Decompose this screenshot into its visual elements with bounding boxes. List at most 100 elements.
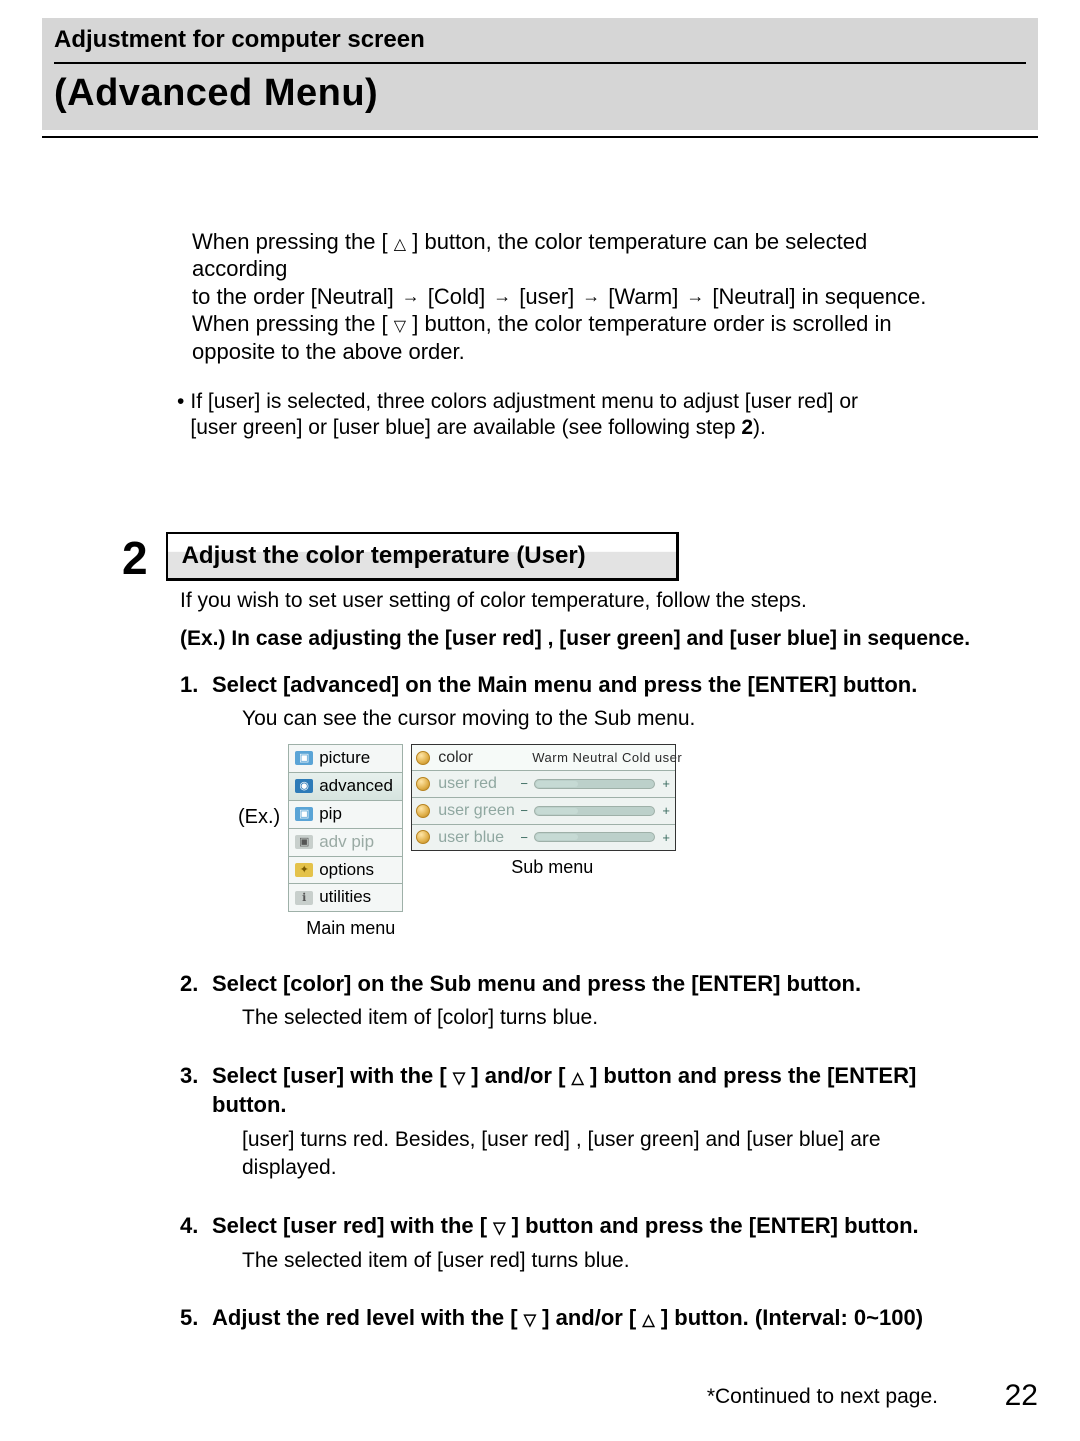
sub-menu-label: user blue bbox=[438, 827, 516, 849]
intro-paragraph: When pressing the [ ] button, the color … bbox=[192, 228, 912, 366]
plus-icon: + bbox=[661, 802, 671, 820]
page-title: (Advanced Menu) bbox=[54, 68, 1026, 119]
main-menu-item-utilities: ℹ utilities bbox=[289, 884, 402, 911]
text: turns red. Besides, bbox=[300, 1128, 481, 1151]
header-rule-2 bbox=[42, 136, 1038, 138]
color-icon bbox=[416, 751, 430, 765]
text: [user green] or [user blue] are availabl… bbox=[190, 416, 741, 439]
text: on the Main menu and press the [ENTER] b… bbox=[405, 672, 917, 697]
text: , bbox=[548, 627, 560, 650]
slider bbox=[534, 806, 655, 816]
text: Select bbox=[212, 672, 283, 697]
main-menu: ▣ picture ◉ advanced ▣ pip bbox=[288, 744, 403, 913]
triangle-up-icon bbox=[394, 237, 406, 253]
sub-menu-label: user red bbox=[438, 773, 516, 795]
text: [user red] bbox=[481, 1128, 570, 1151]
sub-menu-row-user-blue: user blue − + bbox=[412, 825, 675, 851]
sub-menu-row-user-red: user red − + bbox=[412, 771, 675, 798]
adv-pip-icon: ▣ bbox=[295, 835, 313, 849]
item-number: 2. bbox=[180, 969, 204, 999]
text: [Neutral] in sequence. bbox=[712, 283, 926, 311]
minus-icon: − bbox=[520, 802, 528, 820]
step-2-block: 2 Adjust the color temperature (User) If… bbox=[122, 532, 1038, 1333]
item-body: The selected item of [color] turns blue. bbox=[242, 1004, 940, 1032]
text: The selected item of bbox=[242, 1249, 437, 1272]
menu-label: options bbox=[319, 859, 374, 882]
text: and bbox=[705, 1128, 746, 1151]
text: When pressing the [ bbox=[192, 311, 388, 336]
pip-icon: ▣ bbox=[295, 807, 313, 821]
minus-icon: − bbox=[520, 829, 528, 847]
triangle-down-icon bbox=[524, 1313, 536, 1329]
plus-icon: + bbox=[661, 829, 671, 847]
numbered-item-5: 5. Adjust the red level with the [ ] and… bbox=[180, 1303, 940, 1333]
text: turns blue. bbox=[500, 1006, 598, 1029]
numbered-item-4: 4. Select [user red] with the [ ] button… bbox=[180, 1211, 940, 1275]
item-heading: 2. Select [color] on the Sub menu and pr… bbox=[180, 969, 940, 999]
item-heading: 5. Adjust the red level with the [ ] and… bbox=[180, 1303, 940, 1333]
bullet-text: If [user] is selected, three colors adju… bbox=[190, 389, 858, 442]
item-number: 1. bbox=[180, 670, 204, 700]
arrow-right-icon: → bbox=[402, 287, 420, 305]
numbered-list: 1. Select [advanced] on the Main menu an… bbox=[180, 670, 940, 1333]
minus-icon: − bbox=[520, 775, 528, 793]
text: ] and/or [ bbox=[542, 1305, 636, 1330]
sub-menu: color Warm Neutral Cold user user red − bbox=[411, 744, 676, 851]
text: with the [ bbox=[391, 1213, 488, 1238]
item-body: [user] turns red. Besides, [user red] , … bbox=[242, 1126, 940, 1183]
text: ] and/or [ bbox=[471, 1063, 565, 1088]
interval-text: (Interval: 0~100) bbox=[755, 1305, 923, 1330]
item-body: You can see the cursor moving to the Sub… bbox=[242, 705, 940, 733]
text: (Ex.) In case adjusting the bbox=[180, 627, 445, 650]
utilities-icon: ℹ bbox=[295, 891, 313, 905]
step-intro-text: If you wish to set user setting of color… bbox=[180, 587, 1038, 615]
text: [Warm] bbox=[608, 283, 678, 311]
main-menu-item-options: ✦ options bbox=[289, 857, 402, 885]
text: Select bbox=[212, 1213, 283, 1238]
text: When pressing the [ bbox=[192, 229, 388, 254]
section-title: Adjustment for computer screen bbox=[54, 24, 1026, 62]
text: , bbox=[576, 1128, 588, 1151]
menu-label: adv pip bbox=[319, 831, 374, 854]
sub-menu-label: user green bbox=[438, 800, 516, 822]
numbered-item-3: 3. Select [user] with the [ ] and/or [ ]… bbox=[180, 1061, 940, 1183]
sub-menu-wrap: color Warm Neutral Cold user user red − bbox=[411, 744, 676, 880]
text: in sequence. bbox=[843, 627, 970, 650]
advanced-icon: ◉ bbox=[295, 779, 313, 793]
bullet-dot-icon: • bbox=[177, 389, 184, 442]
triangle-up-icon bbox=[572, 1071, 584, 1087]
sub-menu-row-color: color Warm Neutral Cold user bbox=[412, 745, 675, 772]
text: [user] bbox=[519, 283, 574, 311]
triangle-down-icon bbox=[394, 319, 406, 335]
item-number: 5. bbox=[180, 1303, 204, 1333]
text: [user blue] bbox=[746, 1128, 844, 1151]
text: ] button, the color temperature order is… bbox=[412, 311, 891, 336]
numbered-item-1: 1. Select [advanced] on the Main menu an… bbox=[180, 670, 940, 941]
text: Select bbox=[212, 1063, 283, 1088]
text: [user red] bbox=[445, 627, 542, 650]
header-band: Adjustment for computer screen (Advanced… bbox=[42, 18, 1038, 130]
slider bbox=[534, 832, 655, 842]
triangle-down-icon bbox=[453, 1071, 465, 1087]
text: turns blue. bbox=[532, 1249, 630, 1272]
numbered-item-2: 2. Select [color] on the Sub menu and pr… bbox=[180, 969, 940, 1033]
text: [user red] bbox=[437, 1249, 526, 1272]
text: on the Sub menu and press the [ENTER] bu… bbox=[358, 971, 862, 996]
step-ref-number: 2 bbox=[741, 416, 753, 439]
triangle-up-icon bbox=[642, 1313, 654, 1329]
text: [user] bbox=[283, 1063, 344, 1088]
menu-label: utilities bbox=[319, 886, 371, 909]
main-menu-caption: Main menu bbox=[306, 916, 403, 940]
item-number: 3. bbox=[180, 1061, 204, 1091]
page: Adjustment for computer screen (Advanced… bbox=[0, 0, 1080, 1441]
text: [Cold] bbox=[428, 283, 485, 311]
main-menu-wrap: ▣ picture ◉ advanced ▣ pip bbox=[288, 744, 403, 941]
step-header-row: 2 Adjust the color temperature (User) bbox=[122, 532, 1038, 581]
sub-menu-row-user-green: user green − + bbox=[412, 798, 675, 825]
text: Select bbox=[212, 971, 283, 996]
text: ] button and press the [ENTER] button. bbox=[512, 1213, 919, 1238]
item-heading: 3. Select [user] with the [ ] and/or [ ]… bbox=[180, 1061, 940, 1120]
text: ] button. bbox=[661, 1305, 755, 1330]
intro-line-3: When pressing the [ ] button, the color … bbox=[192, 310, 912, 338]
main-menu-item-advanced: ◉ advanced bbox=[289, 773, 402, 801]
